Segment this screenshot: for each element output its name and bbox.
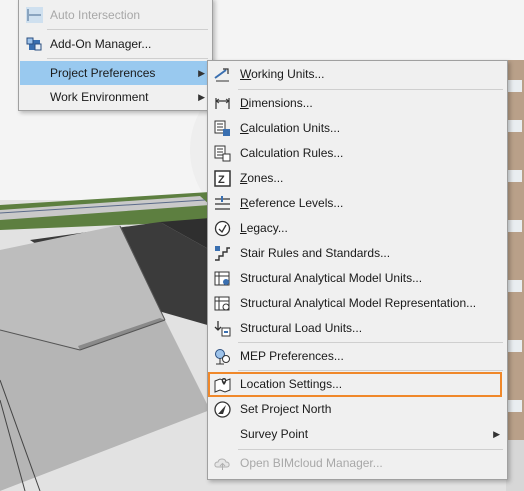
- reference-levels-icon: [215, 196, 230, 210]
- open-bimcloud-manager-item[interactable]: Open BIMcloud Manager...: [209, 451, 506, 476]
- stair-rules-item[interactable]: Stair Rules and Standards...: [209, 241, 506, 266]
- submenu-arrow-icon: ▶: [198, 68, 205, 78]
- reference-levels-item[interactable]: Reference Levels...: [209, 191, 506, 216]
- mep-preferences-item[interactable]: MEP Preferences...: [209, 344, 506, 369]
- bimcloud-icon: [214, 458, 230, 470]
- submenu-arrow-icon: ▶: [493, 429, 500, 439]
- sam-units-item[interactable]: Structural Analytical Model Units...: [209, 266, 506, 291]
- add-on-manager-icon: [26, 37, 42, 51]
- structural-load-units-item[interactable]: Structural Load Units...: [209, 316, 506, 341]
- structural-load-units-icon: [214, 321, 231, 337]
- project-north-icon: [214, 401, 231, 418]
- set-project-north-item[interactable]: Set Project North: [209, 397, 506, 422]
- sam-units-icon: [214, 271, 230, 286]
- dimensions-icon: [215, 98, 230, 109]
- dimensions-item[interactable]: Dimensions...: [209, 91, 506, 116]
- work-environment-item[interactable]: Work Environment ▶: [20, 85, 211, 109]
- svg-text:Z: Z: [218, 174, 225, 186]
- menu-separator: [238, 342, 503, 343]
- zones-icon: Z: [214, 170, 231, 187]
- sam-representation-icon: [214, 296, 230, 311]
- auto-intersection-item[interactable]: Auto Intersection: [20, 3, 211, 27]
- working-units-item[interactable]: Working Units...: [209, 62, 506, 87]
- menu-separator: [238, 89, 503, 90]
- location-settings-item[interactable]: Location Settings...: [209, 372, 506, 397]
- add-on-manager-item[interactable]: Add-On Manager...: [20, 32, 211, 56]
- menu-separator: [47, 29, 208, 30]
- ruler-icon: [214, 68, 229, 82]
- submenu-arrow-icon: ▶: [198, 92, 205, 102]
- survey-point-item[interactable]: Survey Point ▶: [209, 422, 506, 447]
- location-settings-icon: [214, 378, 231, 393]
- menu-separator: [238, 370, 503, 371]
- calculation-rules-icon: [214, 145, 231, 162]
- zones-item[interactable]: Z Zones...: [209, 166, 506, 191]
- menu-separator: [238, 449, 503, 450]
- calculation-rules-item[interactable]: Calculation Rules...: [209, 141, 506, 166]
- stair-rules-icon: [215, 246, 230, 261]
- project-preferences-item[interactable]: Project Preferences ▶: [20, 61, 211, 85]
- sam-representation-item[interactable]: Structural Analytical Model Representati…: [209, 291, 506, 316]
- mep-preferences-icon: [215, 349, 230, 365]
- legacy-icon: [214, 220, 231, 237]
- menu-separator: [47, 58, 208, 59]
- options-menu: Auto Intersection Add-On Manager... Proj…: [18, 0, 213, 111]
- project-preferences-submenu: Working Units... Dimensions... Calculati…: [207, 60, 508, 480]
- calculation-units-icon: [214, 120, 230, 136]
- calculation-units-item[interactable]: Calculation Units...: [209, 116, 506, 141]
- auto-intersection-icon: [26, 7, 43, 23]
- legacy-item[interactable]: Legacy...: [209, 216, 506, 241]
